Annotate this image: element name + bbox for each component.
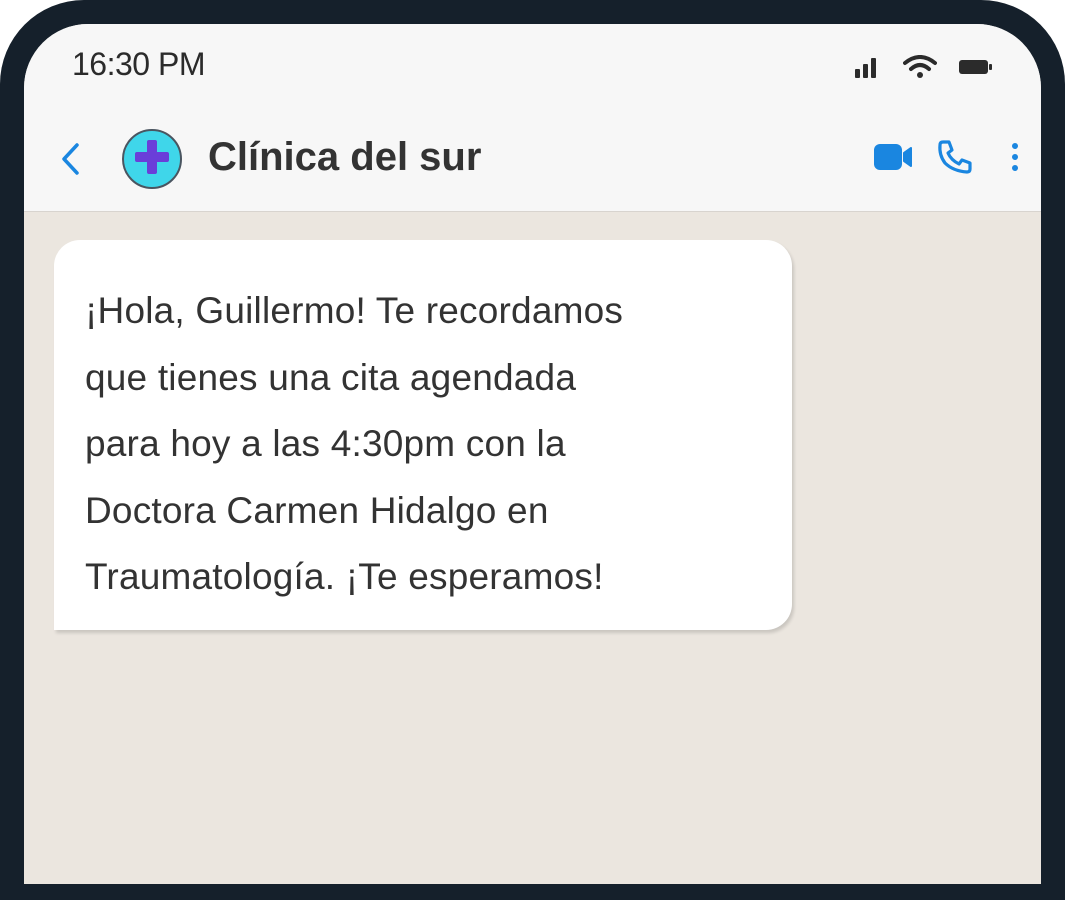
contact-name[interactable]: Clínica del sur: [208, 135, 481, 180]
back-button[interactable]: [56, 141, 86, 177]
phone-icon: [937, 139, 973, 180]
medical-cross-icon: [134, 139, 170, 180]
message-line: Traumatología. ¡Te esperamos!: [85, 556, 604, 597]
phone-screen: 16:30 PM Clínica del sur ¡Hola, Guillerm…: [24, 24, 1041, 884]
status-time: 16:30 PM: [72, 46, 205, 82]
message-line: ¡Hola, Guillermo! Te recordamos: [85, 290, 624, 331]
phone-frame: 16:30 PM Clínica del sur ¡Hola, Guillerm…: [0, 0, 1065, 900]
avatar[interactable]: [122, 129, 182, 189]
video-call-icon: [873, 142, 913, 177]
battery-icon: [959, 58, 993, 76]
more-options-button[interactable]: [1011, 142, 1019, 177]
message-text: ¡Hola, Guillermo! Te recordamos que tien…: [85, 278, 762, 611]
status-icons: [855, 52, 993, 82]
video-call-button[interactable]: [873, 142, 913, 177]
message-line: que tienes una cita agendada: [85, 356, 577, 398]
header-actions: [873, 139, 1019, 180]
message-line: para hoy a las 4:30pm con la: [85, 423, 566, 464]
chevron-left-icon: [56, 143, 86, 181]
top-bar: 16:30 PM Clínica del sur: [24, 24, 1041, 212]
chat-header: Clínica del sur: [24, 124, 1041, 194]
incoming-message-bubble[interactable]: ¡Hola, Guillermo! Te recordamos que tien…: [54, 240, 792, 630]
phone-call-button[interactable]: [937, 139, 973, 180]
message-line: Doctora Carmen Hidalgo en: [85, 489, 549, 531]
signal-icon: [855, 56, 881, 78]
wifi-icon: [903, 55, 937, 79]
more-vertical-icon: [1011, 142, 1019, 177]
